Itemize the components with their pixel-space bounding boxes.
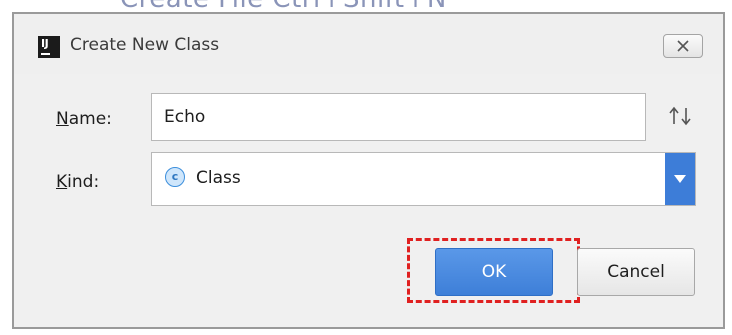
name-input[interactable]	[151, 93, 646, 141]
create-new-class-dialog: IJ Create New Class Name: Kind: c Class	[12, 12, 725, 329]
chevron-down-icon	[674, 175, 686, 183]
kind-label-text: ind:	[67, 172, 100, 192]
dialog-title: Create New Class	[70, 35, 220, 55]
close-button[interactable]	[663, 34, 703, 58]
class-icon: c	[165, 167, 185, 187]
name-label-mnemonic: N	[56, 109, 69, 129]
ok-button[interactable]: OK	[435, 248, 553, 296]
kind-selected-value: Class	[196, 168, 241, 188]
cancel-button[interactable]: Cancel	[577, 248, 695, 296]
name-label-text: ame:	[68, 109, 112, 129]
sort-order-icon[interactable]	[667, 106, 693, 130]
screenshot-stage: Create File Ctrl+Shift+N IJ Create New C…	[0, 0, 732, 335]
kind-label: Kind:	[56, 172, 99, 192]
close-icon	[677, 40, 689, 52]
name-label: Name:	[56, 109, 112, 129]
intellij-app-icon: IJ	[38, 36, 60, 58]
dialog-titlebar: IJ Create New Class	[14, 14, 723, 74]
dropdown-arrow-button[interactable]	[665, 153, 695, 205]
kind-label-mnemonic: K	[56, 172, 68, 192]
kind-dropdown[interactable]: c Class	[151, 152, 696, 206]
